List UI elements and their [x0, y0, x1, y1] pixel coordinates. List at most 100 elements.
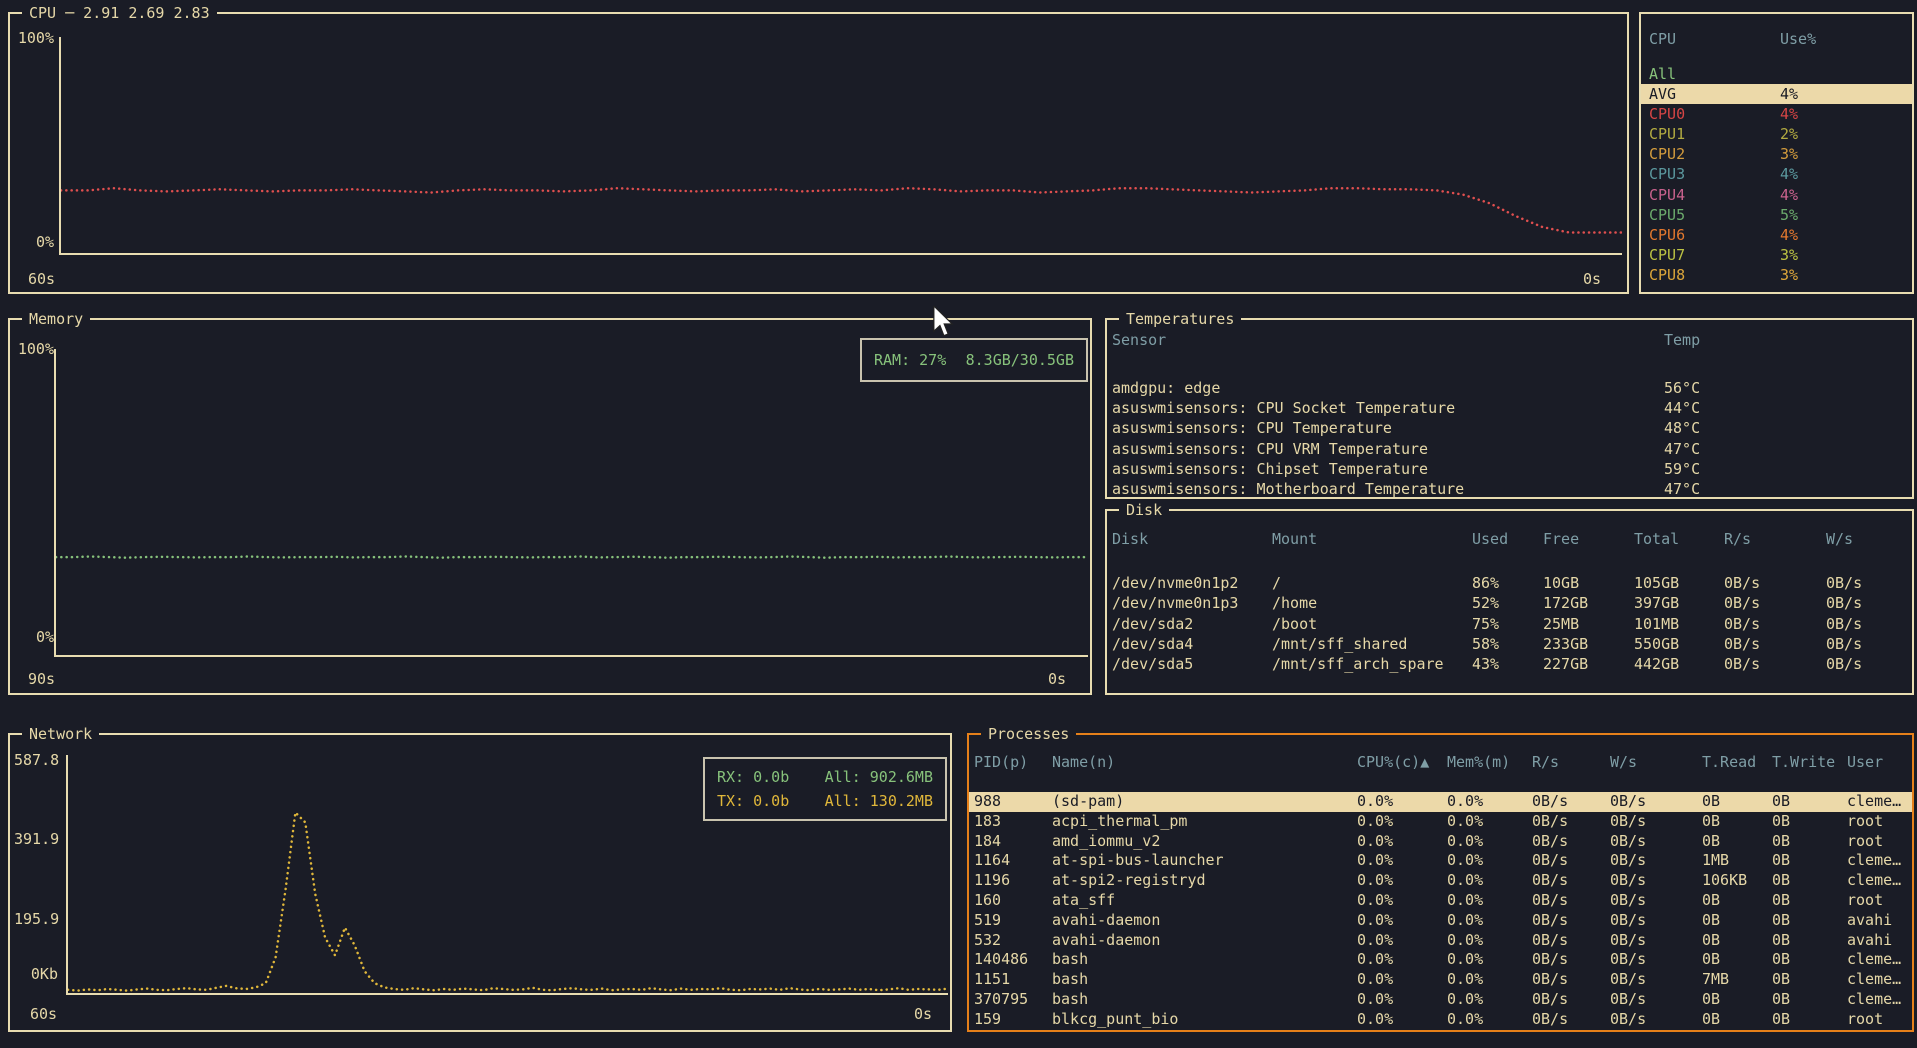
disk-row[interactable]: /dev/sda2 /boot 75% 25MB 101MB 0B/s 0B/s [1107, 614, 1912, 634]
temperature-row[interactable]: amdgpu: edge 56°C [1107, 378, 1912, 398]
temperature-row[interactable]: asuswmisensors: CPU Temperature 48°C [1107, 418, 1912, 438]
process-row[interactable]: 370795 bash 0.0% 0.0% 0B/s 0B/s 0B 0B cl… [969, 990, 1912, 1010]
disk-total: 105GB [1634, 574, 1680, 592]
processes-panel-title: Processes [981, 724, 1077, 744]
network-panel[interactable]: Network 587.8 391.9 195.9 0Kb 60s 0s RX:… [8, 724, 952, 1032]
process-total-write: 0B [1772, 930, 1791, 949]
process-row[interactable]: 184 amd_iommu_v2 0.0% 0.0% 0B/s 0B/s 0B … [969, 832, 1912, 852]
process-read-rate: 0B/s [1532, 851, 1569, 870]
disk-row[interactable]: /dev/sda4 /mnt/sff_shared 58% 233GB 550G… [1107, 634, 1912, 654]
process-row[interactable]: 160 ata_sff 0.0% 0.0% 0B/s 0B/s 0B 0B ro… [969, 891, 1912, 911]
column-header: Free [1543, 530, 1580, 548]
network-y-label-2: 391.9 [14, 830, 60, 848]
column-header[interactable]: T.Write [1772, 752, 1847, 772]
column-header[interactable]: T.Read [1702, 752, 1772, 772]
ram-percent: RAM: 27% [874, 351, 947, 369]
process-row[interactable]: 532 avahi-daemon 0.0% 0.0% 0B/s 0B/s 0B … [969, 931, 1912, 951]
process-read-rate: 0B/s [1532, 910, 1569, 929]
column-header[interactable]: Mem%(m) [1447, 752, 1532, 772]
temperature-row[interactable]: asuswmisensors: Motherboard Temperature … [1107, 479, 1912, 499]
process-write-rate: 0B/s [1610, 930, 1647, 949]
process-pid: 532 [974, 930, 1002, 949]
cpu-legend-row[interactable]: CPU4 4% [1641, 185, 1912, 205]
process-mem: 0.0% [1447, 851, 1484, 870]
temperature-row[interactable]: asuswmisensors: CPU Socket Temperature 4… [1107, 398, 1912, 418]
process-read-rate: 0B/s [1532, 989, 1569, 1008]
cpu-legend-row[interactable]: All [1641, 64, 1912, 84]
process-pid: 370795 [974, 989, 1029, 1008]
temperatures-panel[interactable]: Temperatures Sensor Temp amdgpu: edge 56°… [1105, 309, 1914, 499]
column-header[interactable]: Name(n) [1052, 752, 1357, 772]
process-total-write: 0B [1772, 851, 1791, 870]
sensor-temp: 44°C [1664, 399, 1701, 418]
cpu-core-usage: 3% [1780, 265, 1799, 284]
column-header[interactable]: User [1847, 752, 1912, 772]
network-y-label-3: 195.9 [14, 910, 60, 928]
process-write-rate: 0B/s [1610, 792, 1647, 810]
process-pid: 1164 [974, 851, 1011, 870]
process-read-rate: 0B/s [1532, 871, 1569, 890]
memory-x-right-label: 0s [1047, 670, 1066, 688]
sensor-temp: 56°C [1664, 379, 1701, 397]
disk-row[interactable]: /dev/nvme0n1p3 /home 52% 172GB 397GB 0B/… [1107, 593, 1912, 613]
process-total-read: 0B [1702, 890, 1721, 909]
cpu-legend-row[interactable]: CPU5 5% [1641, 205, 1912, 225]
temperature-row[interactable]: asuswmisensors: CPU VRM Temperature 47°C [1107, 439, 1912, 459]
cpu-legend-panel[interactable]: CPU Use% All AVG 4% CPU0 4% CPU1 2% CPU2 … [1639, 12, 1914, 294]
disk-used: 58% [1472, 634, 1500, 653]
process-mem: 0.0% [1447, 890, 1484, 909]
process-user: cleme… [1847, 970, 1902, 989]
process-write-rate: 0B/s [1610, 1009, 1647, 1028]
ram-amount: 8.3GB/30.5GB [965, 351, 1074, 369]
disk-row[interactable]: /dev/nvme0n1p2 / 86% 10GB 105GB 0B/s 0B/… [1107, 573, 1912, 593]
network-totals-badge: RX: 0.0b All: 902.6MB TX: 0.0b All: 130.… [703, 757, 947, 821]
process-row[interactable]: 519 avahi-daemon 0.0% 0.0% 0B/s 0B/s 0B … [969, 911, 1912, 931]
cpu-legend-row[interactable]: CPU7 3% [1641, 245, 1912, 265]
disk-device: /dev/sda4 [1112, 634, 1194, 653]
cpu-core-usage: 3% [1780, 145, 1799, 164]
process-row[interactable]: 159 blkcg_punt_bio 0.0% 0.0% 0B/s 0B/s 0… [969, 1010, 1912, 1030]
process-name: bash [1052, 970, 1089, 989]
process-row[interactable]: 1196 at-spi2-registryd 0.0% 0.0% 0B/s 0B… [969, 871, 1912, 891]
process-name: blkcg_punt_bio [1052, 1009, 1179, 1028]
disk-row[interactable]: /dev/sda5 /mnt/sff_arch_spare 43% 227GB … [1107, 654, 1912, 674]
processes-panel[interactable]: Processes PID(p) Name(n) CPU%(c)▲ Mem%(m) R/… [967, 724, 1914, 1032]
process-row[interactable]: 183 acpi_thermal_pm 0.0% 0.0% 0B/s 0B/s … [969, 812, 1912, 832]
cpu-legend-row[interactable]: CPU1 2% [1641, 124, 1912, 144]
process-row[interactable]: 1151 bash 0.0% 0.0% 0B/s 0B/s 7MB 0B cle… [969, 970, 1912, 990]
column-header[interactable]: R/s [1532, 752, 1610, 772]
cpu-legend-row[interactable]: CPU6 4% [1641, 225, 1912, 245]
process-row[interactable]: 1164 at-spi-bus-launcher 0.0% 0.0% 0B/s … [969, 851, 1912, 871]
process-write-rate: 0B/s [1610, 910, 1647, 929]
disk-panel[interactable]: Disk Disk Mount Used Free Total R/s W/s /dev/n… [1105, 500, 1914, 695]
process-cpu: 0.0% [1357, 811, 1394, 830]
process-user: cleme… [1847, 871, 1902, 890]
cpu-core-label: AVG [1649, 85, 1677, 104]
processes-header[interactable]: PID(p) Name(n) CPU%(c)▲ Mem%(m) R/s W/s T.Read… [969, 752, 1912, 772]
cpu-core-label: CPU0 [1649, 105, 1686, 124]
cpu-legend-row[interactable]: CPU8 3% [1641, 265, 1912, 285]
process-total-read: 7MB [1702, 970, 1730, 989]
cpu-core-usage: 2% [1780, 125, 1799, 144]
tx-total: All: 130.2MB [824, 792, 933, 810]
cpu-x-left-label: 60s [28, 270, 56, 288]
cpu-panel[interactable]: CPU ─ 2.91 2.69 2.83 100% 0% 60s 0s [8, 3, 1629, 294]
cpu-legend-row[interactable]: AVG 4% [1641, 84, 1912, 105]
column-header[interactable]: CPU%(c)▲ [1357, 752, 1447, 772]
column-header[interactable]: PID(p) [974, 752, 1052, 772]
temperature-row[interactable]: asuswmisensors: Chipset Temperature 59°C [1107, 459, 1912, 479]
process-row[interactable]: 140486 bash 0.0% 0.0% 0B/s 0B/s 0B 0B cl… [969, 950, 1912, 970]
process-user: avahi [1847, 930, 1893, 949]
column-header[interactable]: W/s [1610, 752, 1702, 772]
disk-read-rate: 0B/s [1724, 574, 1761, 592]
memory-panel[interactable]: Memory 100% 0% 90s 0s RAM: 27% 8.3GB/30.… [8, 309, 1092, 695]
process-name: at-spi-bus-launcher [1052, 851, 1224, 870]
process-read-rate: 0B/s [1532, 930, 1569, 949]
cpu-legend-row[interactable]: CPU0 4% [1641, 104, 1912, 124]
cpu-core-label: CPU1 [1649, 125, 1686, 144]
cpu-legend-row[interactable]: CPU3 4% [1641, 164, 1912, 184]
cpu-legend-row[interactable]: CPU2 3% [1641, 144, 1912, 164]
process-row[interactable]: 988 (sd-pam) 0.0% 0.0% 0B/s 0B/s 0B 0B c… [969, 792, 1912, 812]
btm-system-monitor: { "cpu_panel": { "title": "CPU ─ 2.91 2.… [0, 0, 1917, 1048]
disk-total: 101MB [1634, 614, 1680, 633]
